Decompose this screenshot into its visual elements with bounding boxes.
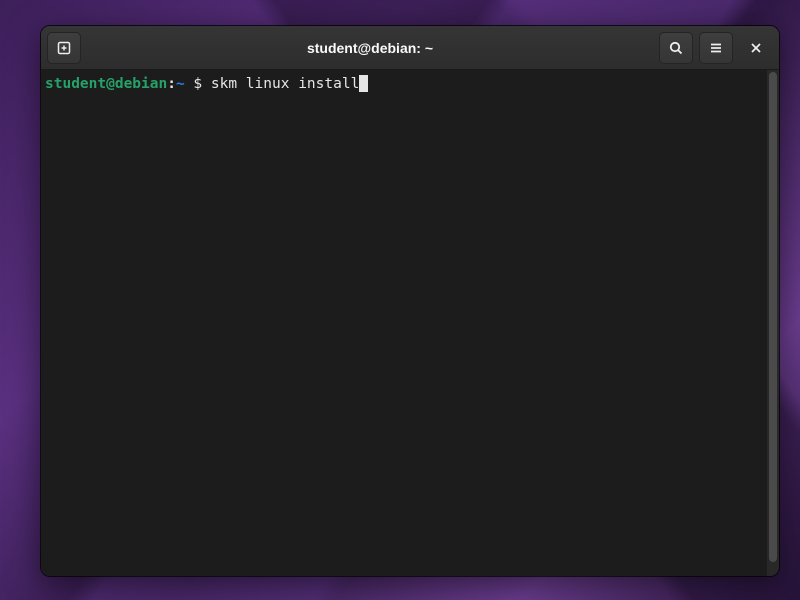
prompt-user-host: student@debian	[45, 76, 167, 92]
close-button[interactable]	[739, 32, 773, 64]
prompt-separator: :	[167, 76, 176, 92]
window-titlebar: student@debian: ~	[41, 26, 779, 70]
command-input[interactable]: skm linux install	[211, 76, 359, 92]
terminal-window: student@debian: ~	[40, 25, 780, 577]
new-tab-button[interactable]	[47, 32, 81, 64]
window-title: student@debian: ~	[87, 40, 653, 56]
prompt-path: ~	[176, 76, 185, 92]
search-icon	[668, 40, 684, 56]
prompt-symbol: $	[193, 76, 202, 92]
hamburger-icon	[708, 40, 724, 56]
cursor	[359, 75, 368, 92]
terminal-content[interactable]: student@debian:~ $ skm linux install	[41, 70, 767, 576]
close-icon	[749, 41, 763, 55]
scrollbar-thumb[interactable]	[769, 72, 777, 562]
menu-button[interactable]	[699, 32, 733, 64]
search-button[interactable]	[659, 32, 693, 64]
terminal-scrollbar[interactable]	[767, 70, 779, 576]
new-tab-icon	[56, 40, 72, 56]
terminal-area[interactable]: student@debian:~ $ skm linux install	[41, 70, 779, 576]
titlebar-right-controls	[659, 32, 773, 64]
